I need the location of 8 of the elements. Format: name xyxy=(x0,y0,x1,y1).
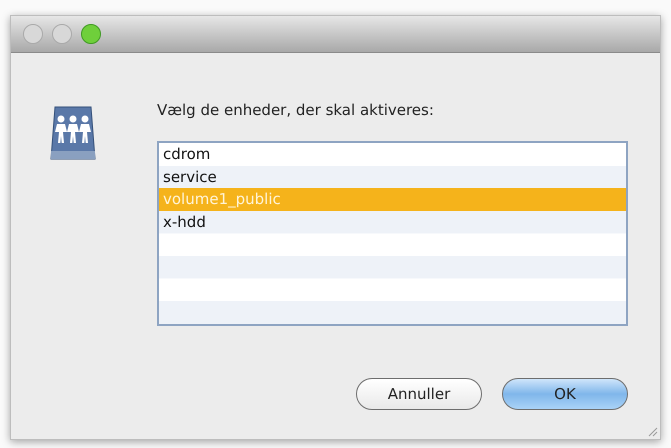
ok-button[interactable]: OK xyxy=(502,378,628,410)
resize-grip-icon[interactable] xyxy=(646,425,658,437)
close-button[interactable] xyxy=(23,24,43,44)
network-drive-icon xyxy=(49,105,97,161)
prompt-text: Vælg de enheder, der skal aktiveres: xyxy=(157,101,435,119)
cancel-button[interactable]: Annuller xyxy=(356,378,482,410)
zoom-button[interactable] xyxy=(81,24,101,44)
minimize-button[interactable] xyxy=(52,24,72,44)
